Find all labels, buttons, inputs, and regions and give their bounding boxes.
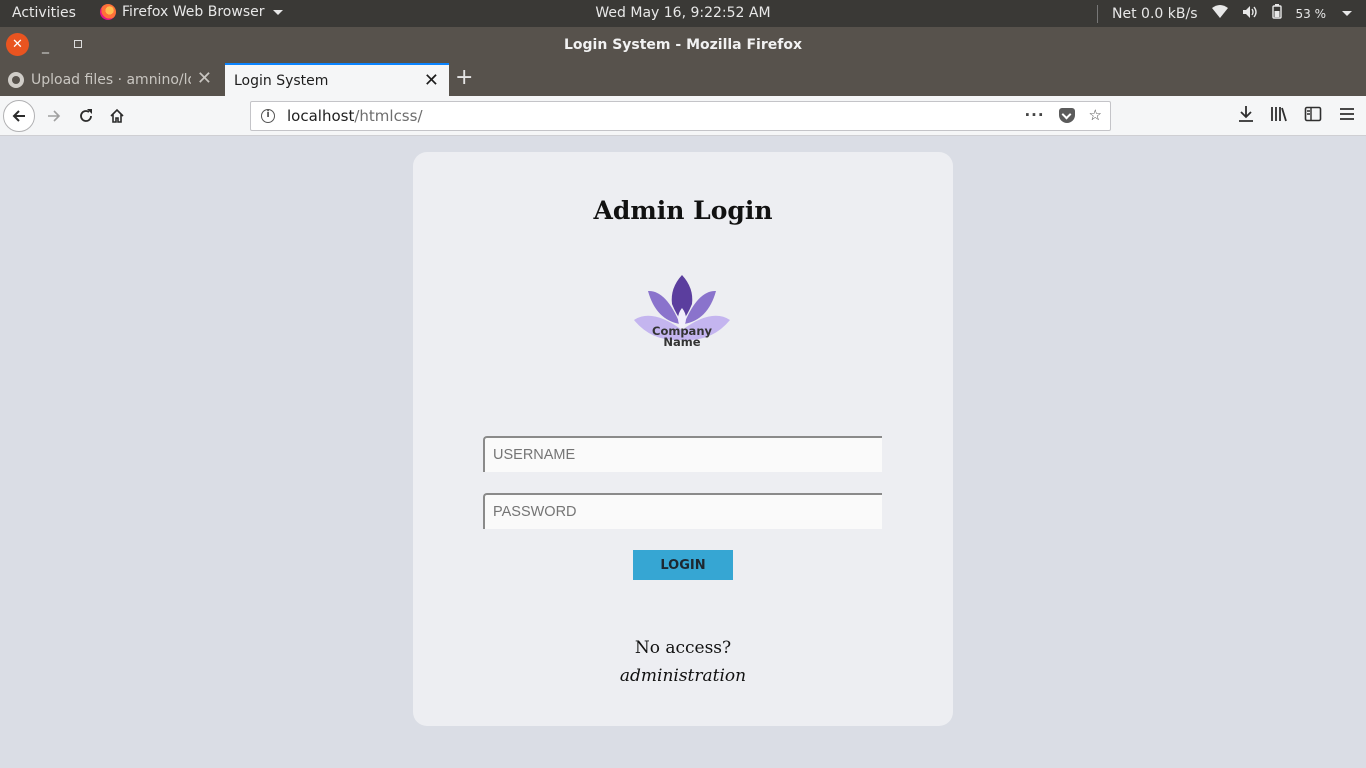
tab-strip: Upload files · amnino/log ✕ Login System… xyxy=(0,63,1366,96)
login-card: Admin Login Company Name LOGIN No access… xyxy=(413,152,953,726)
logo-line-2: Name xyxy=(663,335,701,349)
page-content: Admin Login Company Name LOGIN No access… xyxy=(0,137,1366,768)
company-logo: Company Name xyxy=(632,272,732,354)
tab-login-system[interactable]: Login System ✕ xyxy=(225,63,449,96)
close-tab-icon[interactable]: ✕ xyxy=(424,71,439,91)
administration-link[interactable]: administration xyxy=(413,666,953,686)
battery-icon[interactable] xyxy=(1271,4,1282,23)
tab-label: Login System xyxy=(234,72,329,89)
downloads-icon[interactable] xyxy=(1238,105,1254,128)
no-access-text: No access? xyxy=(634,638,732,658)
close-tab-icon[interactable]: ✕ xyxy=(197,69,212,89)
back-button[interactable] xyxy=(3,100,35,132)
volume-icon[interactable] xyxy=(1242,5,1258,23)
tab-label: Upload files · amnino/log xyxy=(31,71,191,88)
tab-upload-files[interactable]: Upload files · amnino/log ✕ xyxy=(0,63,224,96)
sidebar-icon[interactable] xyxy=(1304,105,1322,128)
github-icon xyxy=(8,71,24,88)
page-actions-icon[interactable]: ··· xyxy=(1024,106,1044,124)
tray-separator xyxy=(1097,4,1099,23)
forward-button[interactable] xyxy=(38,100,70,132)
window-titlebar: ✕ _ Login System - Mozilla Firefox xyxy=(0,27,1366,63)
url-host: localhost xyxy=(287,107,355,125)
url-actions: ··· ☆ xyxy=(1024,106,1102,124)
battery-percent: 53 % xyxy=(1295,6,1327,21)
reload-button[interactable] xyxy=(70,100,102,132)
navigation-toolbar: i localhost/htmlcss/ ··· ☆ xyxy=(0,96,1366,136)
menu-icon[interactable] xyxy=(1338,105,1356,128)
window-title: Login System - Mozilla Firefox xyxy=(564,37,802,53)
url-path: /htmlcss/ xyxy=(354,107,423,125)
system-tray[interactable]: Net 0.0 kB/s 53 % xyxy=(1097,4,1352,23)
password-input[interactable] xyxy=(483,493,882,529)
caret-down-icon[interactable] xyxy=(1342,11,1352,16)
page-title: Admin Login xyxy=(593,196,773,225)
url-bar[interactable]: i localhost/htmlcss/ ··· ☆ xyxy=(250,101,1111,131)
library-icon[interactable] xyxy=(1270,105,1288,128)
wifi-icon[interactable] xyxy=(1211,4,1228,23)
bookmark-star-icon[interactable]: ☆ xyxy=(1089,106,1102,124)
toolbar-right xyxy=(1238,105,1356,128)
home-button[interactable] xyxy=(101,100,133,132)
pocket-icon[interactable] xyxy=(1058,108,1075,123)
net-speed: Net 0.0 kB/s xyxy=(1112,5,1198,22)
username-input[interactable] xyxy=(483,436,882,472)
system-top-bar: Activities Firefox Web Browser Wed May 1… xyxy=(0,0,1366,27)
logo-text: Company Name xyxy=(632,325,732,349)
site-info-icon[interactable]: i xyxy=(261,109,275,123)
new-tab-button[interactable]: + xyxy=(455,67,473,89)
login-button[interactable]: LOGIN xyxy=(633,550,733,580)
